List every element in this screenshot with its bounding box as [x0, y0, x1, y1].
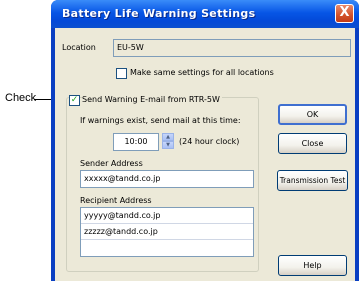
send-email-label: Send Warning E-mail from RTR-5W [82, 95, 222, 104]
sender-value: xxxxx@tandd.co.jp [84, 174, 161, 183]
close-button[interactable]: Close [278, 133, 347, 154]
time-format-note: (24 hour clock) [179, 137, 240, 146]
schedule-label: If warnings exist, send mail at this tim… [80, 116, 241, 125]
checkmark-icon: ✓ [70, 95, 79, 105]
sender-label: Sender Address [80, 159, 143, 168]
window-title: Battery Life Warning Settings [62, 7, 256, 20]
recipient-row[interactable]: zzzzz@tandd.co.jp [81, 224, 253, 240]
time-value: 10:00 [124, 137, 148, 146]
window-close-button[interactable]: X [335, 4, 354, 23]
same-settings-checkbox[interactable] [116, 68, 127, 79]
close-icon: X [339, 5, 350, 20]
dialog-window: Battery Life Warning Settings X Location… [51, 0, 359, 281]
location-field: EU-5W [113, 39, 351, 57]
recipient-list[interactable]: yyyyy@tandd.co.jp zzzzz@tandd.co.jp [80, 207, 254, 257]
transmission-test-button[interactable]: Transmission Test [277, 170, 348, 191]
time-input[interactable]: 10:00 [113, 133, 159, 151]
title-bar[interactable]: Battery Life Warning Settings X [51, 0, 359, 28]
recipient-label: Recipient Address [80, 196, 152, 205]
sender-input[interactable]: xxxxx@tandd.co.jp [80, 170, 254, 188]
ok-button[interactable]: OK [278, 104, 347, 125]
dialog-body: Location EU-5W Make same settings for al… [55, 28, 355, 281]
help-button[interactable]: Help [278, 255, 347, 276]
recipient-row[interactable]: yyyyy@tandd.co.jp [81, 208, 253, 224]
send-email-checkbox[interactable]: ✓ [69, 95, 80, 106]
location-value: EU-5W [117, 43, 144, 52]
time-spinner[interactable]: ▲ ▼ [162, 133, 174, 150]
location-label: Location [62, 43, 96, 52]
spinner-up-icon[interactable]: ▲ [162, 133, 174, 141]
spinner-down-icon[interactable]: ▼ [162, 141, 174, 149]
same-settings-label: Make same settings for all locations [130, 68, 274, 77]
callout-label: Check [5, 92, 37, 104]
recipient-row[interactable] [81, 240, 253, 256]
